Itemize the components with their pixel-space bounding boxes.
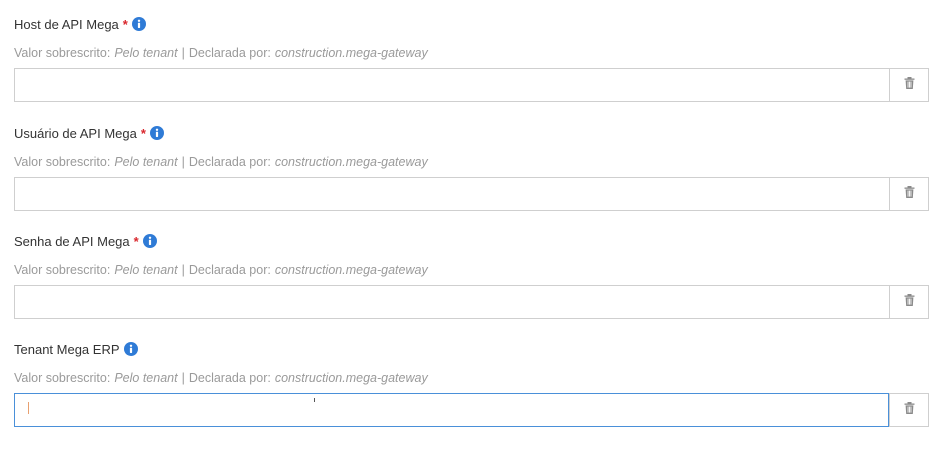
meta-overridden-by: Pelo tenant [114, 155, 178, 169]
field-host-api-mega: Host de API Mega * Valor sobrescrito: Pe… [14, 14, 929, 102]
input-row [14, 68, 929, 102]
meta-separator: | [181, 263, 185, 277]
field-tenant-mega-erp: Tenant Mega ERP Valor sobrescrito: Pelo … [14, 339, 929, 427]
info-icon[interactable] [123, 342, 138, 356]
trash-icon [904, 401, 915, 419]
input-row [14, 177, 929, 211]
field-meta: Valor sobrescrito: Pelo tenant | Declara… [14, 369, 929, 387]
field-label-row: Senha de API Mega * [14, 231, 929, 251]
meta-declared-by: construction.mega-gateway [274, 263, 428, 277]
field-meta: Valor sobrescrito: Pelo tenant | Declara… [14, 261, 929, 279]
field-meta: Valor sobrescrito: Pelo tenant | Declara… [14, 153, 929, 171]
meta-overridden-by: Pelo tenant [114, 46, 178, 60]
meta-overridden-by: Pelo tenant [114, 263, 178, 277]
meta-prefix: Valor sobrescrito: [14, 155, 111, 169]
clear-host-api-mega-button[interactable] [889, 68, 929, 102]
meta-declared-prefix: Declarada por: [188, 263, 271, 277]
field-label: Tenant Mega ERP [14, 341, 120, 357]
tenant-mega-erp-input[interactable] [14, 393, 889, 427]
field-label: Host de API Mega [14, 16, 119, 32]
field-label-row: Host de API Mega * [14, 14, 929, 34]
meta-prefix: Valor sobrescrito: [14, 263, 111, 277]
usuario-api-mega-input[interactable] [14, 177, 889, 211]
required-asterisk: * [122, 16, 128, 32]
field-label-row: Tenant Mega ERP [14, 339, 929, 359]
input-wrap [14, 393, 889, 427]
trash-icon [904, 185, 915, 203]
meta-declared-by: construction.mega-gateway [274, 46, 428, 60]
meta-declared-prefix: Declarada por: [188, 46, 271, 60]
input-row [14, 285, 929, 319]
meta-prefix: Valor sobrescrito: [14, 46, 111, 60]
meta-overridden-by: Pelo tenant [114, 371, 178, 385]
senha-api-mega-input[interactable] [14, 285, 889, 319]
info-icon[interactable] [149, 126, 164, 140]
clear-usuario-api-mega-button[interactable] [889, 177, 929, 211]
required-asterisk: * [133, 233, 139, 249]
meta-separator: | [181, 155, 185, 169]
input-row [14, 393, 929, 427]
field-label: Usuário de API Mega [14, 125, 137, 141]
meta-separator: | [181, 46, 185, 60]
field-label: Senha de API Mega [14, 233, 130, 249]
clear-tenant-mega-erp-button[interactable] [889, 393, 929, 427]
info-icon[interactable] [142, 234, 157, 248]
meta-separator: | [181, 371, 185, 385]
settings-form: Host de API Mega * Valor sobrescrito: Pe… [0, 0, 945, 454]
meta-declared-by: construction.mega-gateway [274, 155, 428, 169]
field-usuario-api-mega: Usuário de API Mega * Valor sobrescrito:… [14, 123, 929, 211]
required-asterisk: * [140, 125, 146, 141]
meta-declared-by: construction.mega-gateway [274, 371, 428, 385]
info-icon[interactable] [131, 17, 146, 31]
trash-icon [904, 76, 915, 94]
field-label-row: Usuário de API Mega * [14, 123, 929, 143]
clear-senha-api-mega-button[interactable] [889, 285, 929, 319]
field-meta: Valor sobrescrito: Pelo tenant | Declara… [14, 44, 929, 62]
meta-prefix: Valor sobrescrito: [14, 371, 111, 385]
meta-declared-prefix: Declarada por: [188, 155, 271, 169]
meta-declared-prefix: Declarada por: [188, 371, 271, 385]
cursor-mark [314, 398, 315, 402]
trash-icon [904, 293, 915, 311]
field-senha-api-mega: Senha de API Mega * Valor sobrescrito: P… [14, 231, 929, 319]
text-cursor [28, 402, 29, 414]
host-api-mega-input[interactable] [14, 68, 889, 102]
